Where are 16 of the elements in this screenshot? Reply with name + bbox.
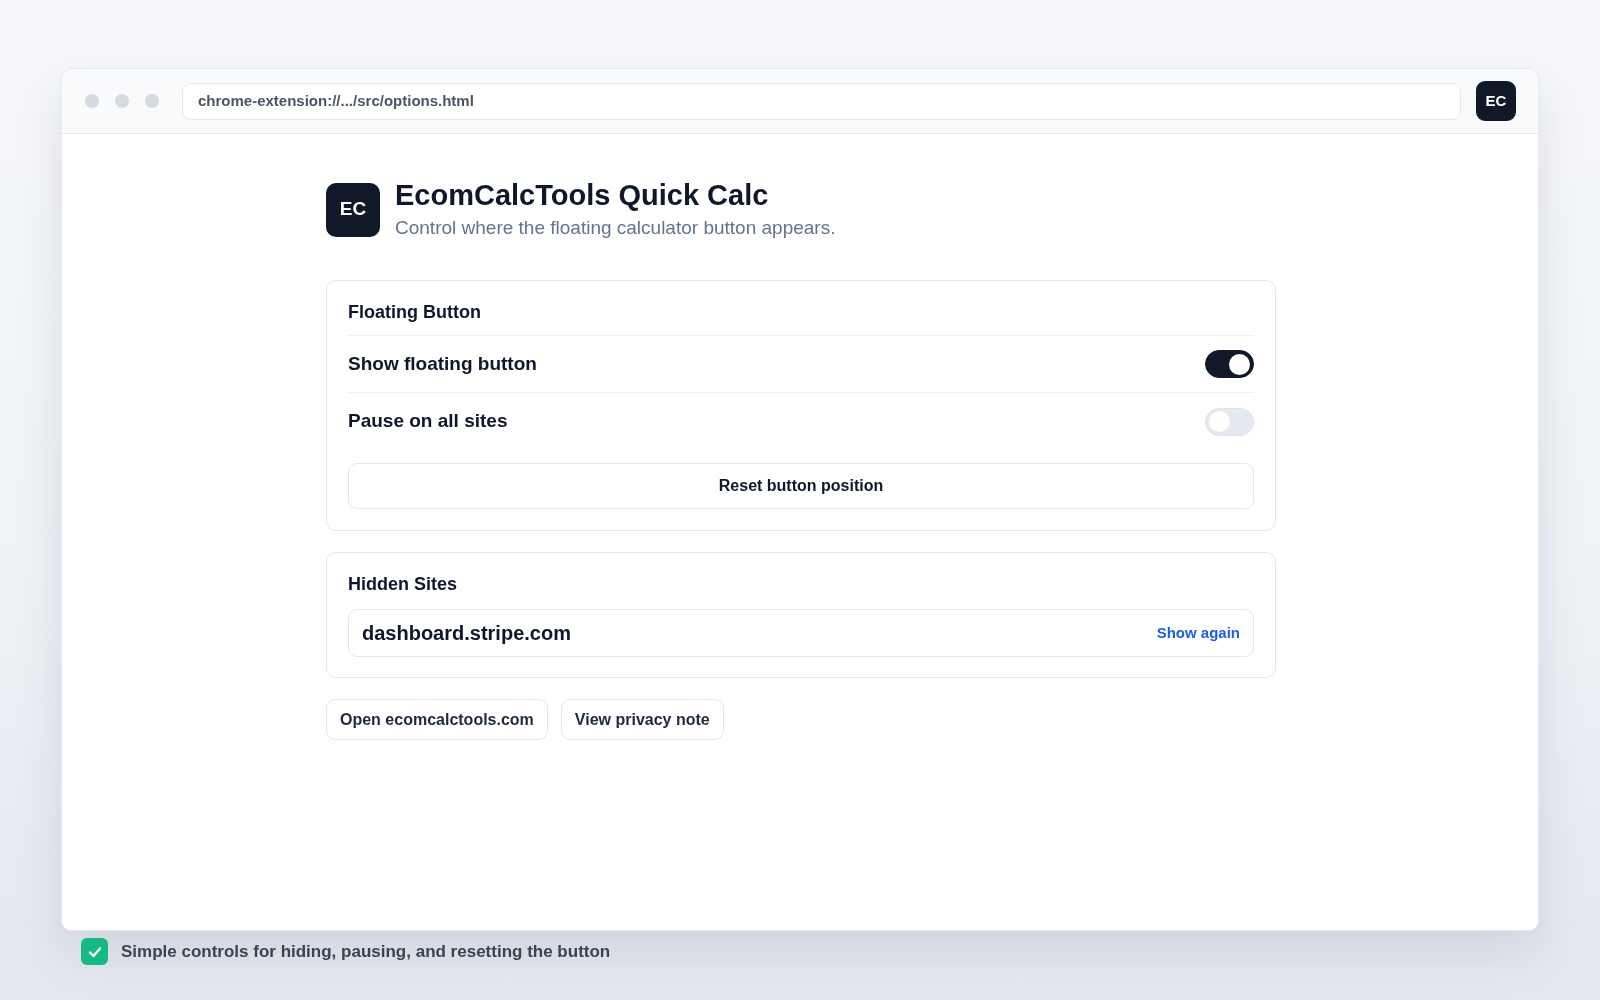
caption-text: Simple controls for hiding, pausing, and resetting the button <box>121 940 611 963</box>
card-title: Floating Button <box>348 302 481 322</box>
show-again-link[interactable]: Show again <box>1156 621 1240 645</box>
page-title: EcomCalcTools Quick Calc <box>395 178 770 212</box>
reset-position-button[interactable]: Reset button position <box>348 463 1254 509</box>
app-logo: EC <box>326 182 380 237</box>
link-button[interactable]: Open ecomcalctools.com <box>326 699 548 740</box>
setting-label: Pause on all sites <box>348 409 508 434</box>
page-subtitle: Control where the floating calculator button appears. <box>395 216 836 240</box>
toggle-switch[interactable] <box>1205 350 1254 378</box>
card-title: Hidden Sites <box>348 573 458 596</box>
link-button[interactable]: View privacy note <box>560 699 724 740</box>
site-domain: dashboard.stripe.com <box>362 621 571 646</box>
extension-badge[interactable]: EC <box>1476 81 1516 121</box>
setting-label: Show floating button <box>348 351 537 376</box>
address-bar[interactable]: chrome-extension://.../src/options.html <box>182 82 1461 120</box>
